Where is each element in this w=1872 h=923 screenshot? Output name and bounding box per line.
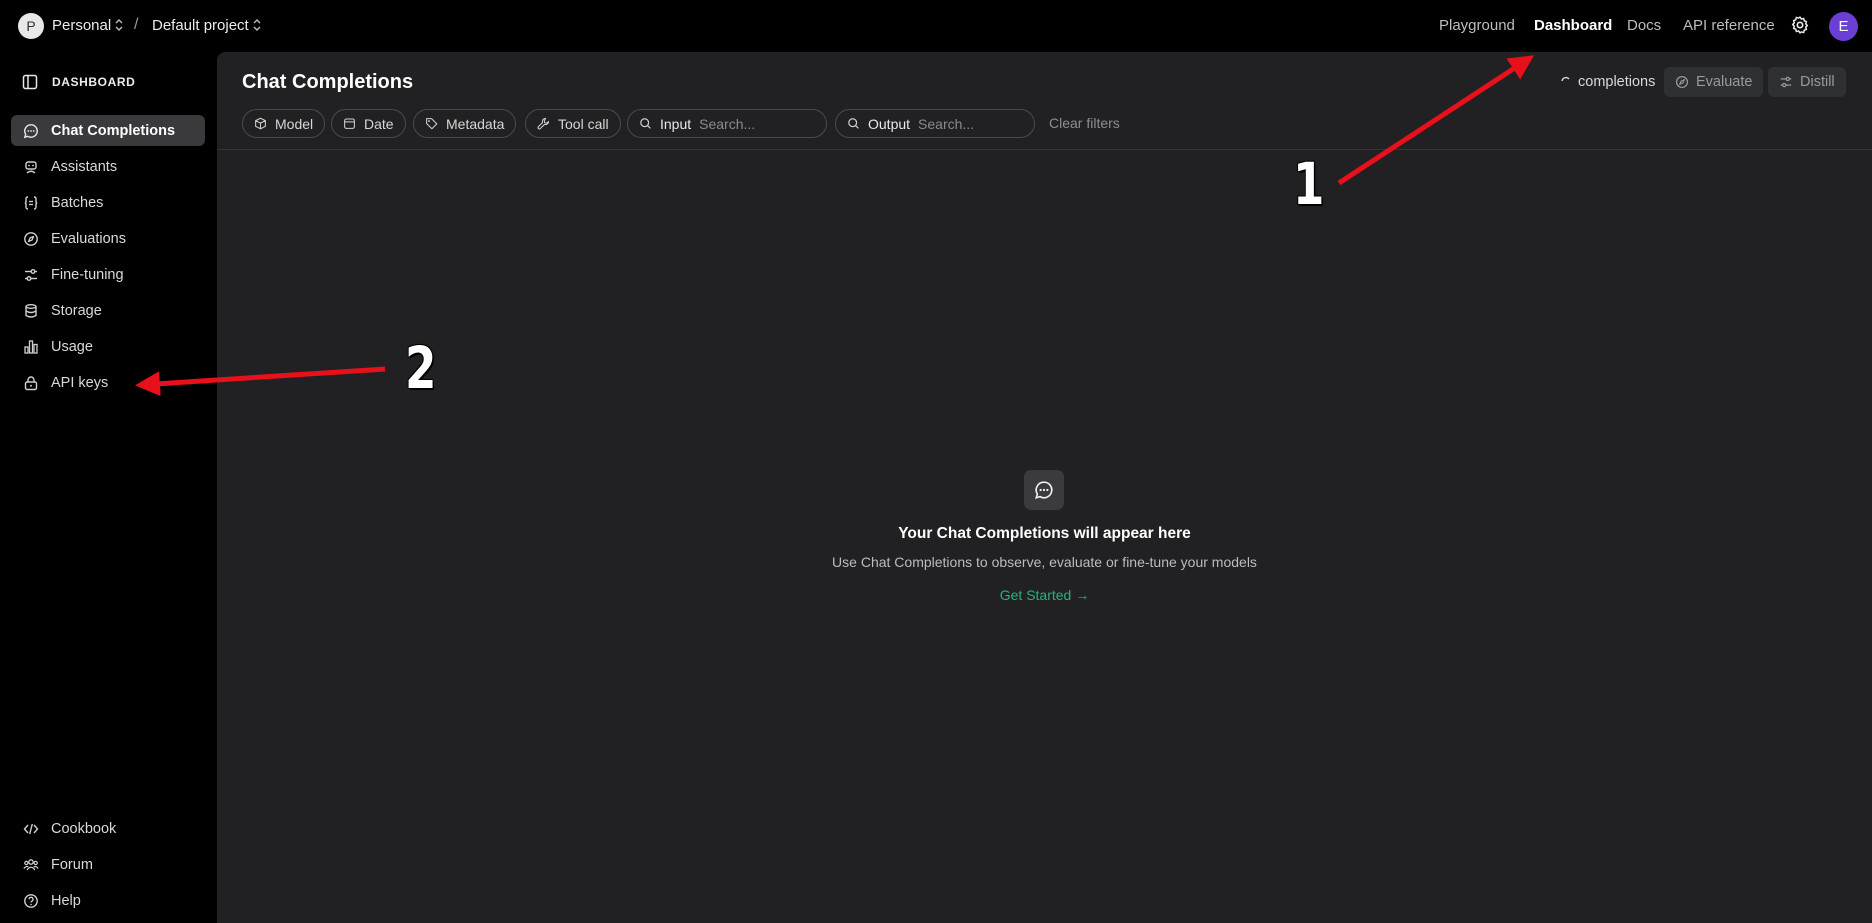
- sidebar-item-evaluations[interactable]: Evaluations: [11, 223, 205, 254]
- project-switcher[interactable]: Default project: [152, 17, 249, 34]
- sidebar-item-storage[interactable]: Storage: [11, 295, 205, 326]
- compass-icon: [24, 231, 38, 246]
- org-avatar[interactable]: P: [18, 13, 44, 39]
- sidebar-item-usage[interactable]: Usage: [11, 331, 205, 362]
- sidebar-title: DASHBOARD: [52, 75, 136, 89]
- help-icon: [24, 893, 38, 908]
- sidebar: DASHBOARD Chat Completions Assistants Ba…: [0, 52, 217, 923]
- sidebar-item-label: Evaluations: [51, 230, 126, 247]
- filter-label: Tool call: [558, 115, 609, 132]
- annotation-number-1: 1: [1293, 150, 1324, 218]
- sidebar-item-label: Chat Completions: [51, 122, 176, 139]
- gear-icon[interactable]: [1790, 15, 1810, 35]
- sidebar-item-label: Storage: [51, 302, 102, 319]
- nav-dashboard[interactable]: Dashboard: [1534, 17, 1612, 34]
- spinner-icon: [1561, 76, 1570, 82]
- sidebar-item-fine-tuning[interactable]: Fine-tuning: [11, 259, 205, 290]
- filter-label: Date: [364, 115, 394, 132]
- input-search-placeholder[interactable]: Search...: [699, 116, 755, 132]
- braces-icon: [24, 195, 38, 210]
- sidebar-item-api-keys[interactable]: API keys: [11, 367, 205, 398]
- sidebar-item-label: Help: [51, 892, 81, 909]
- org-switcher[interactable]: Personal: [52, 17, 111, 34]
- sidebar-item-label: API keys: [51, 374, 109, 391]
- evaluate-button[interactable]: Evaluate: [1664, 67, 1764, 97]
- empty-state-icon: [1024, 470, 1064, 510]
- sidebar-item-label: Usage: [51, 338, 93, 355]
- top-bar: P Personal / Default project Playground …: [0, 0, 1872, 52]
- output-search-field[interactable]: Output Search...: [835, 109, 1035, 138]
- wrench-icon: [537, 117, 550, 130]
- calendar-icon: [344, 118, 355, 129]
- empty-state-title: Your Chat Completions will appear here: [898, 525, 1191, 542]
- tag-icon: [426, 118, 438, 130]
- sliders-icon: [1780, 76, 1792, 88]
- sliders-icon: [25, 268, 37, 281]
- database-icon: [25, 303, 37, 318]
- filter-date[interactable]: Date: [331, 109, 406, 138]
- sidebar-item-label: Fine-tuning: [51, 266, 124, 283]
- main-header: Chat Completions completions Evaluate Di…: [217, 52, 1872, 150]
- chevron-updown-icon[interactable]: [114, 16, 124, 34]
- compass-icon: [1675, 75, 1689, 89]
- filter-model[interactable]: Model: [242, 109, 326, 138]
- sidebar-header[interactable]: DASHBOARD: [22, 74, 135, 90]
- sidebar-item-forum[interactable]: Forum: [11, 849, 205, 880]
- filter-label: Model: [275, 115, 314, 132]
- completions-status: completions: [1560, 67, 1655, 97]
- input-filter-label: Input: [660, 115, 692, 132]
- code-icon: [23, 823, 39, 834]
- cube-icon: [255, 117, 266, 130]
- nav-playground[interactable]: Playground: [1439, 17, 1515, 34]
- distill-button[interactable]: Distill: [1768, 67, 1846, 97]
- lock-icon: [24, 375, 38, 390]
- get-started-label[interactable]: Get Started →: [1000, 587, 1089, 603]
- output-filter-label: Output: [868, 115, 911, 132]
- sidebar-item-chat-completions[interactable]: Chat Completions: [11, 115, 205, 146]
- breadcrumb-separator: /: [134, 16, 139, 33]
- sidebar-item-label: Batches: [51, 194, 104, 211]
- people-icon: [23, 858, 39, 870]
- sidebar-item-label: Assistants: [51, 158, 118, 175]
- completions-label: completions: [1578, 74, 1656, 90]
- sidebar-item-assistants[interactable]: Assistants: [11, 151, 205, 182]
- nav-docs[interactable]: Docs: [1627, 17, 1661, 34]
- input-search-field[interactable]: Input Search...: [627, 109, 827, 138]
- output-search-placeholder[interactable]: Search...: [918, 116, 974, 132]
- filter-metadata[interactable]: Metadata: [413, 109, 517, 138]
- filter-tool-call[interactable]: Tool call: [525, 109, 621, 138]
- sidebar-item-cookbook[interactable]: Cookbook: [11, 813, 205, 844]
- chat-bubble-icon: [23, 123, 38, 138]
- user-avatar[interactable]: E: [1829, 12, 1858, 41]
- annotation-number-2: 2: [405, 334, 436, 402]
- sidebar-item-batches[interactable]: Batches: [11, 187, 205, 218]
- sidebar-item-label: Forum: [51, 856, 93, 873]
- empty-state-subtitle: Use Chat Completions to observe, evaluat…: [832, 554, 1257, 570]
- sidebar-item-help[interactable]: Help: [11, 885, 205, 916]
- sidebar-item-label: Cookbook: [51, 820, 117, 837]
- chat-bubble-icon: [1035, 481, 1053, 499]
- nav-api-reference[interactable]: API reference: [1683, 17, 1775, 34]
- evaluate-label: Evaluate: [1696, 74, 1753, 90]
- bar-chart-icon: [24, 339, 38, 354]
- robot-icon: [25, 160, 37, 174]
- distill-label: Distill: [1800, 74, 1835, 90]
- filter-label: Metadata: [446, 115, 505, 132]
- sidebar-toggle-icon[interactable]: [22, 74, 38, 90]
- page-title: Chat Completions: [242, 71, 414, 93]
- chevron-updown-icon[interactable]: [252, 16, 262, 34]
- get-started-link[interactable]: Get Started →: [217, 587, 1872, 603]
- search-icon: [848, 118, 859, 129]
- main-panel: Chat Completions completions Evaluate Di…: [217, 52, 1872, 923]
- search-icon: [640, 118, 651, 129]
- clear-filters-button[interactable]: Clear filters: [1049, 115, 1120, 131]
